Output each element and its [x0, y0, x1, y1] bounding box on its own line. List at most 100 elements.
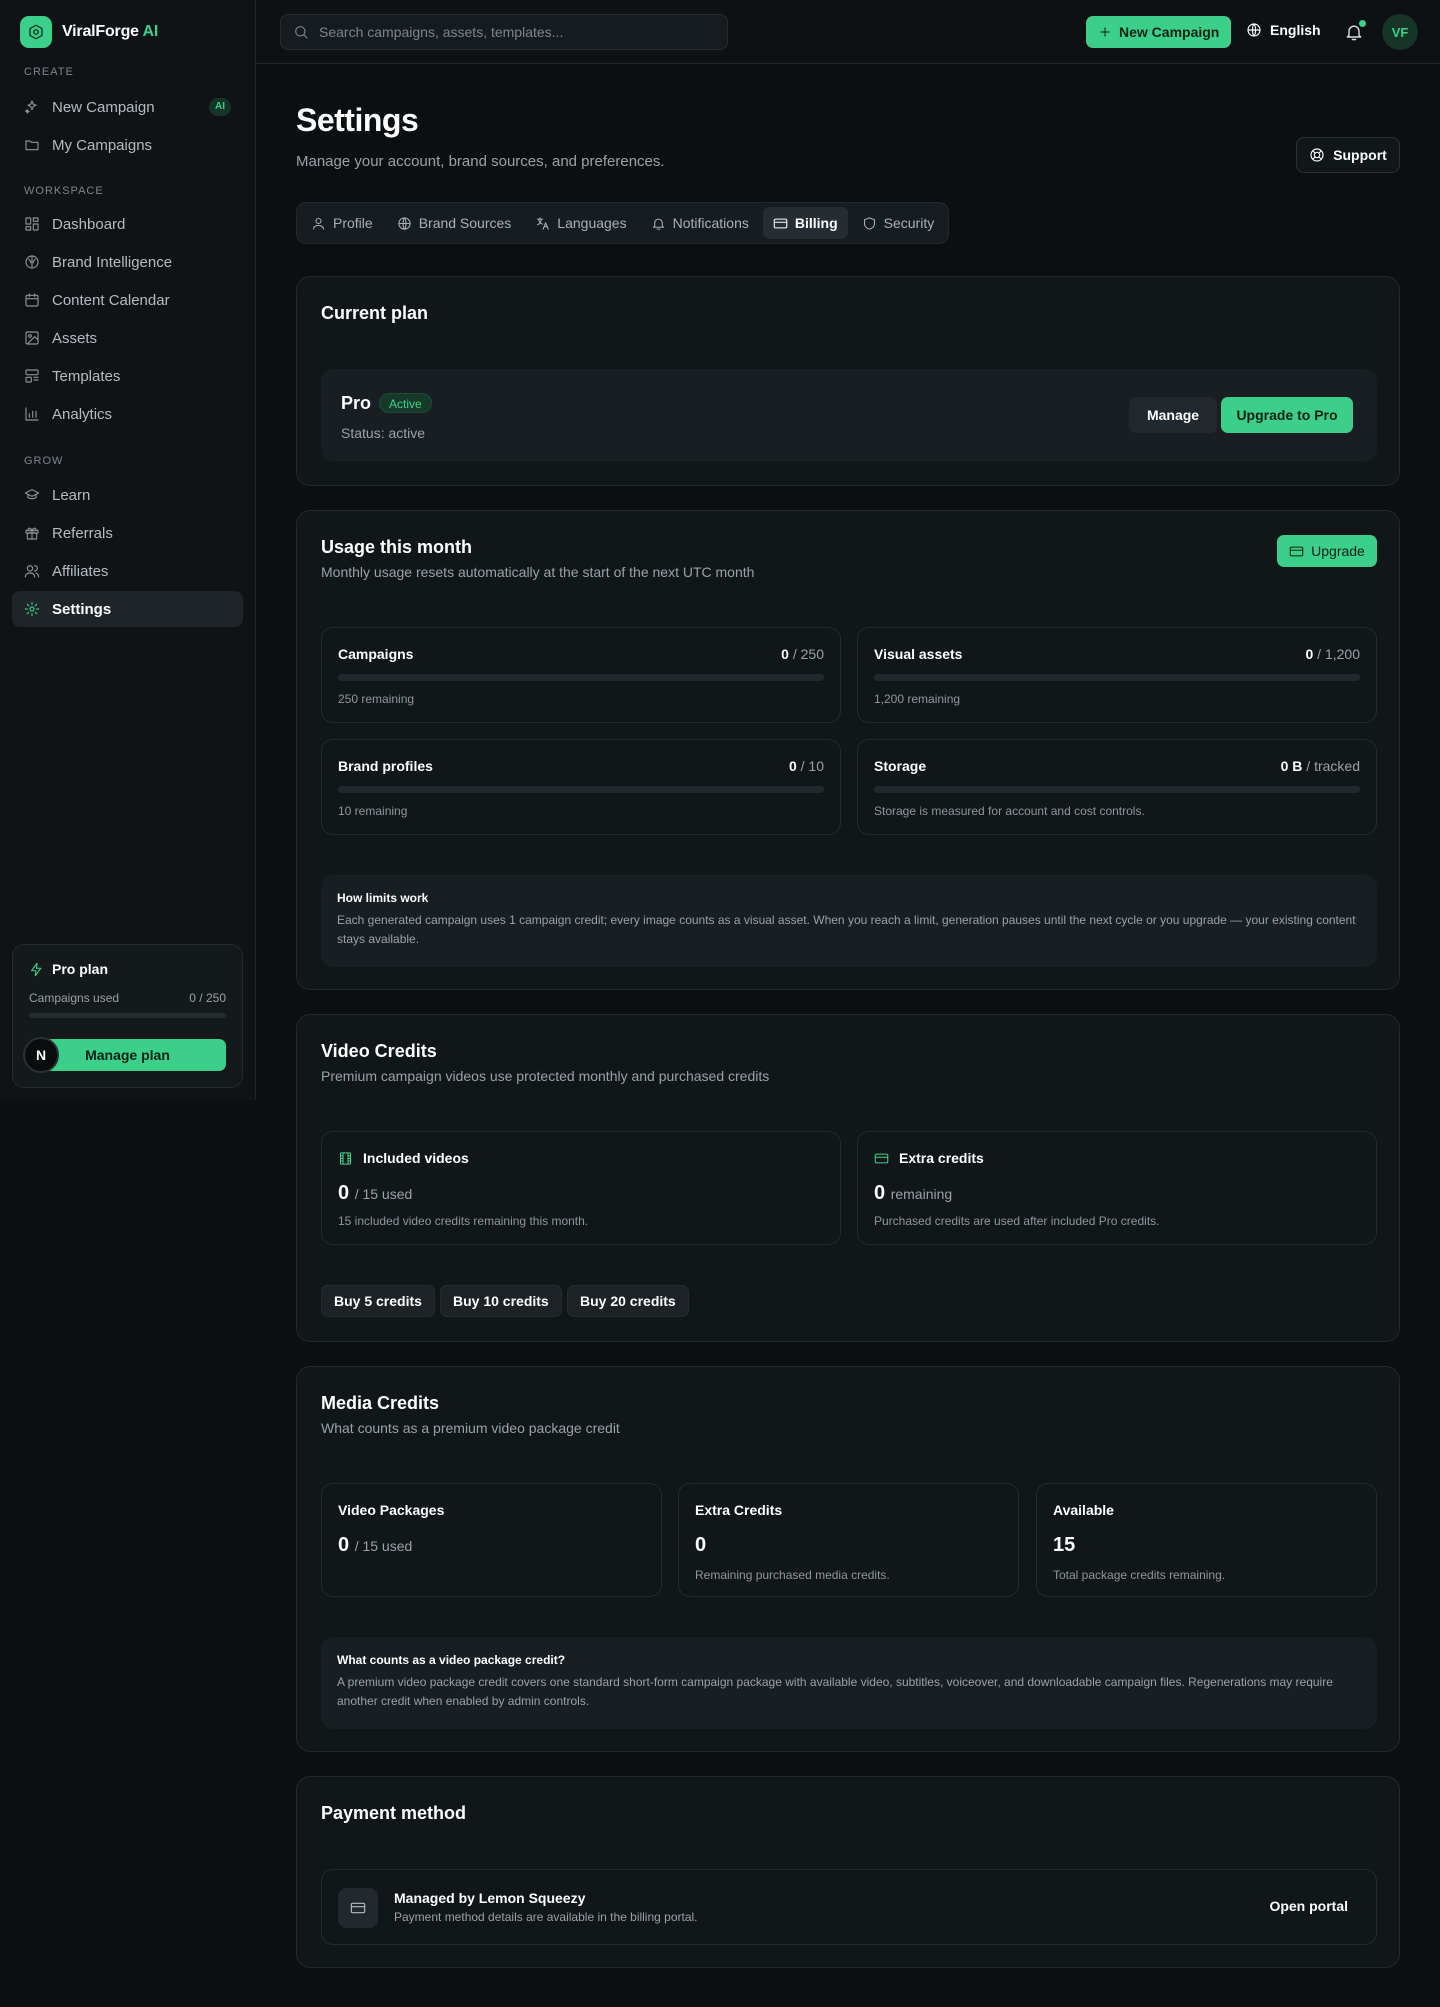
usage-name: Campaigns [338, 646, 414, 662]
sidebar-item-label: Analytics [52, 405, 113, 423]
lightning-icon [30, 962, 42, 976]
sidebar-item-settings[interactable]: Settings [12, 591, 243, 627]
topbar: Search campaigns, assets, templates... N… [256, 0, 1440, 64]
plan-status: Status: active [341, 425, 426, 441]
sidebar-item-new-campaign[interactable]: New Campaign AI [12, 89, 243, 125]
usage-value: 0 / 250 [781, 646, 824, 662]
language-selector[interactable]: English [1246, 22, 1321, 38]
new-campaign-button[interactable]: New Campaign [1086, 16, 1232, 48]
credit-card-icon [338, 1888, 378, 1928]
buy-5-credits-button[interactable]: Buy 5 credits [321, 1285, 435, 1317]
buy-20-credits-button[interactable]: Buy 20 credits [567, 1285, 689, 1317]
status-badge: Active [379, 393, 432, 413]
limits-info-box: How limits work Each generated campaign … [321, 875, 1377, 967]
avatar[interactable]: VF [1382, 14, 1418, 50]
open-portal-button[interactable]: Open portal [1269, 1898, 1348, 1914]
video-credit-info-box: What counts as a video package credit? A… [321, 1637, 1377, 1729]
sidebar-item-templates[interactable]: Templates [12, 358, 243, 394]
plan-usage-value: 0 / 250 [189, 991, 226, 1005]
sidebar-item-label: Dashboard [52, 215, 126, 233]
folder-icon [25, 140, 39, 151]
calendar-icon [25, 293, 39, 307]
translate-icon [537, 216, 549, 230]
extra-credits-note: Purchased credits are used after include… [874, 1214, 1160, 1228]
gear-icon [24, 601, 40, 617]
brand-name: ViralForge AI [62, 23, 159, 40]
video-credits-subtitle: Premium campaign videos use protected mo… [321, 1068, 770, 1084]
credit-card-icon [773, 218, 788, 228]
usage-name: Storage [874, 758, 927, 774]
usage-note: 1,200 remaining [874, 692, 961, 706]
tab-brand-sources[interactable]: Brand Sources [387, 207, 522, 239]
usage-progress-bar [874, 786, 1360, 793]
tab-profile[interactable]: Profile [301, 207, 383, 239]
user-icon [312, 217, 325, 230]
tab-languages[interactable]: Languages [525, 207, 636, 239]
upgrade-button[interactable]: Upgrade [1277, 535, 1377, 567]
upgrade-to-pro-button[interactable]: Upgrade to Pro [1221, 397, 1353, 433]
usage-storage: Storage 0 B / tracked Storage is measure… [857, 739, 1377, 835]
credit-card-icon [1289, 546, 1304, 556]
brand-logo-icon [20, 16, 52, 48]
search-input[interactable]: Search campaigns, assets, templates... [280, 14, 728, 50]
sidebar-item-learn[interactable]: Learn [12, 477, 243, 513]
usage-name: Visual assets [874, 646, 963, 662]
info-text: A premium video package credit covers on… [337, 1675, 1333, 1708]
included-videos-box: Included videos 0 / 15 used 15 included … [321, 1131, 841, 1245]
usage-value: 0 / 1,200 [1305, 646, 1360, 662]
media-credits-card: Media Credits What counts as a premium v… [296, 1366, 1400, 1752]
video-credits-title: Video Credits [321, 1041, 437, 1061]
available-box: Available 15 Total package credits remai… [1036, 1483, 1377, 1597]
buy-10-credits-button[interactable]: Buy 10 credits [440, 1285, 562, 1317]
sidebar-item-assets[interactable]: Assets [12, 320, 243, 356]
grid-icon [25, 217, 39, 231]
notifications-bell-icon[interactable] [1344, 20, 1366, 42]
info-text: Each generated campaign uses 1 campaign … [337, 913, 1356, 946]
globe-icon [1247, 23, 1261, 37]
sidebar-item-dashboard[interactable]: Dashboard [12, 206, 243, 242]
sidebar-item-content-calendar[interactable]: Content Calendar [12, 282, 243, 318]
sidebar-item-label: Templates [52, 367, 121, 385]
payment-provider-row: Managed by Lemon Squeezy Payment method … [321, 1869, 1377, 1945]
settings-tabs: Profile Brand Sources Languages Notifica… [296, 202, 950, 244]
bell-icon [652, 218, 664, 230]
sidebar-item-label: My Campaigns [52, 136, 153, 154]
info-title: How limits work [337, 891, 429, 905]
search-icon [295, 26, 308, 39]
mc-box-value: 15 [1053, 1534, 1076, 1556]
usage-note: 250 remaining [338, 692, 415, 706]
template-icon [25, 369, 39, 383]
users-icon [24, 565, 40, 578]
included-videos-note: 15 included video credits remaining this… [338, 1214, 589, 1228]
sidebar-item-analytics[interactable]: Analytics [12, 396, 243, 432]
usage-subtitle: Monthly usage resets automatically at th… [321, 564, 755, 580]
mc-box-value: 0 / 15 used [338, 1534, 413, 1556]
mc-box-value: 0 [695, 1534, 707, 1556]
support-button[interactable]: Support [1296, 137, 1400, 173]
info-title: What counts as a video package credit? [337, 1653, 566, 1667]
chart-icon [25, 407, 39, 421]
tab-notifications[interactable]: Notifications [641, 207, 759, 239]
included-videos-value: 0 / 15 used [338, 1182, 413, 1204]
usage-brand-profiles: Brand profiles 0 / 10 10 remaining [321, 739, 841, 835]
sidebar-item-affiliates[interactable]: Affiliates [12, 553, 243, 589]
sidebar-item-label: Assets [52, 329, 98, 347]
usage-title: Usage this month [321, 537, 473, 557]
sidebar-item-label: Affiliates [52, 562, 109, 580]
sidebar-item-my-campaigns[interactable]: My Campaigns [12, 127, 243, 163]
video-packages-box: Video Packages 0 / 15 used [321, 1483, 662, 1597]
n-badge-icon[interactable]: N [23, 1037, 59, 1073]
usage-card: Usage this month Monthly usage resets au… [296, 510, 1400, 990]
tab-billing[interactable]: Billing [762, 207, 848, 239]
sidebar-item-label: Referrals [52, 524, 113, 542]
payment-method-card: Payment method Managed by Lemon Squeezy … [296, 1776, 1400, 1968]
section-label-create: CREATE [24, 66, 74, 78]
sidebar-item-brand-intelligence[interactable]: Brand Intelligence [12, 244, 243, 280]
plan-card-title: Pro plan [29, 961, 226, 977]
sidebar-item-label: Content Calendar [52, 291, 170, 309]
sidebar-item-label: Brand Intelligence [52, 253, 173, 271]
sidebar-item-referrals[interactable]: Referrals [12, 515, 243, 551]
brand[interactable]: ViralForge AI [20, 16, 158, 48]
tab-security[interactable]: Security [852, 207, 945, 239]
manage-button[interactable]: Manage [1129, 397, 1217, 433]
